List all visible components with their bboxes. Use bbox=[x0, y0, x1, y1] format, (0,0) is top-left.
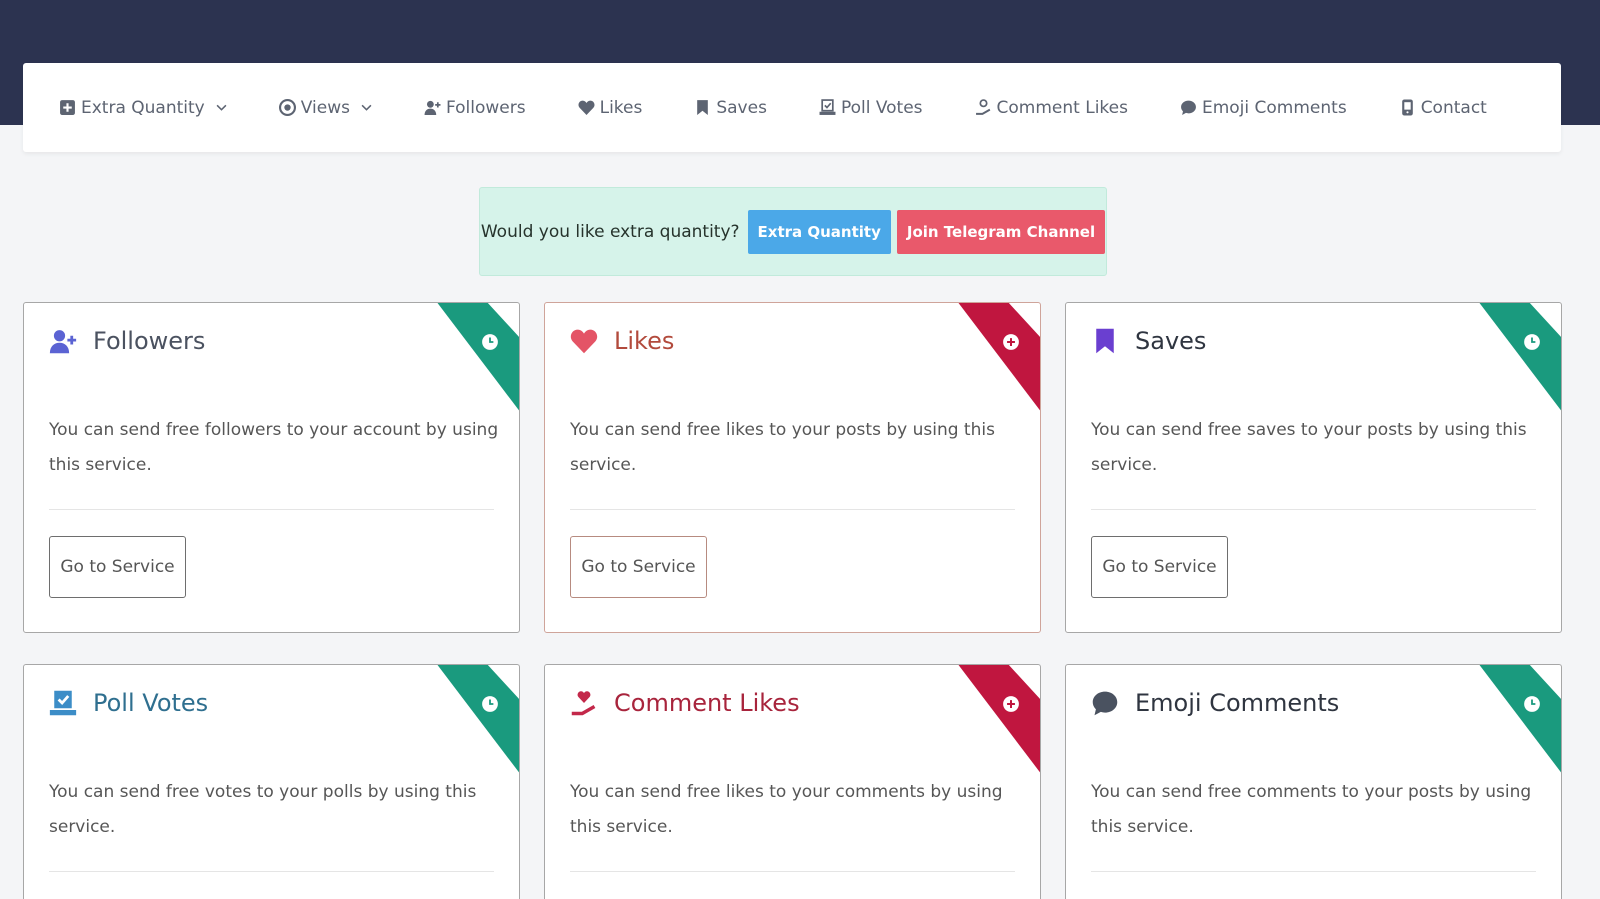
ribbon-badge bbox=[437, 665, 519, 773]
ribbon-badge bbox=[958, 665, 1040, 773]
phone-icon bbox=[1401, 99, 1413, 116]
card-divider bbox=[570, 871, 1015, 872]
comment-icon bbox=[1181, 100, 1196, 115]
card-title: Emoji Comments bbox=[1135, 689, 1340, 717]
nav-item-label: Views bbox=[300, 97, 350, 118]
plus-square-icon bbox=[60, 100, 75, 115]
ribbon-badge bbox=[437, 303, 519, 411]
nav-item-followers[interactable]: Followers bbox=[424, 98, 526, 118]
card-divider bbox=[1091, 509, 1536, 510]
nav-item-label: Comment Likes bbox=[996, 97, 1128, 118]
card-description: You can send free comments to your posts… bbox=[1091, 782, 1532, 837]
chevron-down-icon bbox=[210, 98, 227, 118]
nav-item-label: Emoji Comments bbox=[1201, 97, 1347, 118]
service-card-emoji-comments: Emoji Comments You can send free comment… bbox=[1065, 664, 1562, 899]
extra-quantity-alert: Would you like extra quantity? Extra Qua… bbox=[479, 187, 1107, 276]
card-divider bbox=[49, 509, 494, 510]
card-divider bbox=[1091, 871, 1536, 872]
extra-quantity-button[interactable]: Extra Quantity bbox=[747, 209, 891, 254]
card-title: Comment Likes bbox=[614, 689, 800, 717]
card-description: You can send free votes to your polls by… bbox=[49, 782, 477, 837]
bookmark-icon bbox=[697, 100, 709, 115]
go-to-service-button[interactable]: Go to Service bbox=[570, 536, 707, 598]
ribbon-badge bbox=[958, 303, 1040, 411]
nav-item-contact[interactable]: Contact bbox=[1399, 98, 1487, 118]
go-to-service-button[interactable]: Go to Service bbox=[49, 536, 186, 598]
plus-circle-icon bbox=[1003, 334, 1019, 350]
card-divider bbox=[49, 871, 494, 872]
nav-item-likes[interactable]: Likes bbox=[578, 97, 643, 118]
comment-icon bbox=[1092, 691, 1118, 716]
card-description: You can send free likes to your posts by… bbox=[570, 420, 995, 475]
ribbon-badge bbox=[1479, 665, 1561, 773]
vote-box-icon bbox=[49, 690, 77, 716]
heart-icon bbox=[578, 100, 595, 115]
service-card-followers: Followers You can send free followers to… bbox=[23, 302, 520, 633]
vote-box-icon bbox=[819, 99, 836, 115]
card-header: Likes bbox=[570, 327, 674, 355]
card-header: Comment Likes bbox=[570, 689, 800, 717]
service-card-likes: Likes You can send free likes to your po… bbox=[544, 302, 1041, 633]
nav-item-label: Contact bbox=[1420, 97, 1487, 118]
hand-heart-icon bbox=[975, 99, 990, 115]
card-title: Likes bbox=[614, 327, 675, 355]
go-to-service-button[interactable]: Go to Service bbox=[1091, 536, 1228, 598]
nav-item-label: Saves bbox=[716, 97, 767, 118]
ribbon-badge bbox=[1479, 303, 1561, 411]
user-plus-icon bbox=[424, 100, 441, 115]
bookmark-icon bbox=[1096, 328, 1114, 354]
service-card-comment-likes: Comment Likes You can send free likes to… bbox=[544, 664, 1041, 899]
nav-item-comment-likes[interactable]: Comment Likes bbox=[975, 98, 1128, 118]
heart-icon bbox=[570, 329, 598, 354]
card-title: Poll Votes bbox=[93, 689, 209, 717]
nav-item-emoji-comments[interactable]: Emoji Comments bbox=[1180, 98, 1347, 118]
card-description: You can send free saves to your posts by… bbox=[1091, 420, 1527, 475]
user-plus-icon bbox=[49, 330, 77, 354]
service-card-poll-votes: Poll Votes You can send free votes to yo… bbox=[23, 664, 520, 899]
card-title: Followers bbox=[93, 327, 206, 355]
service-card-saves: Saves You can send free saves to your po… bbox=[1065, 302, 1562, 633]
nav-item-label: Extra Quantity bbox=[81, 97, 205, 118]
card-header: Emoji Comments bbox=[1091, 689, 1339, 717]
card-header: Saves bbox=[1091, 327, 1206, 355]
clock-icon bbox=[482, 334, 498, 350]
eye-icon bbox=[278, 99, 296, 116]
clock-icon bbox=[1524, 334, 1540, 350]
nav-item-label: Likes bbox=[599, 97, 643, 118]
clock-icon bbox=[482, 696, 498, 712]
card-description: You can send free likes to your comments… bbox=[570, 782, 1003, 837]
main-navbar: Extra Quantity Views Followers Likes Sav… bbox=[23, 63, 1561, 152]
nav-item-views[interactable]: Views bbox=[278, 97, 372, 118]
card-header: Followers bbox=[49, 327, 205, 355]
nav-item-label: Followers bbox=[445, 97, 526, 118]
chevron-down-icon bbox=[355, 98, 372, 118]
card-divider bbox=[570, 509, 1015, 510]
nav-item-label: Poll Votes bbox=[840, 97, 923, 118]
nav-item-saves[interactable]: Saves bbox=[694, 98, 767, 118]
alert-text: Would you like extra quantity? bbox=[480, 221, 740, 242]
plus-circle-icon bbox=[1003, 696, 1019, 712]
card-description: You can send free followers to your acco… bbox=[49, 420, 499, 475]
clock-icon bbox=[1524, 696, 1540, 712]
nav-item-extra-quantity[interactable]: Extra Quantity bbox=[59, 98, 227, 118]
card-header: Poll Votes bbox=[49, 689, 208, 717]
nav-item-poll-votes[interactable]: Poll Votes bbox=[819, 98, 923, 118]
card-title: Saves bbox=[1135, 327, 1207, 355]
join-telegram-button[interactable]: Join Telegram Channel bbox=[896, 209, 1106, 254]
hand-heart-icon bbox=[571, 691, 596, 716]
